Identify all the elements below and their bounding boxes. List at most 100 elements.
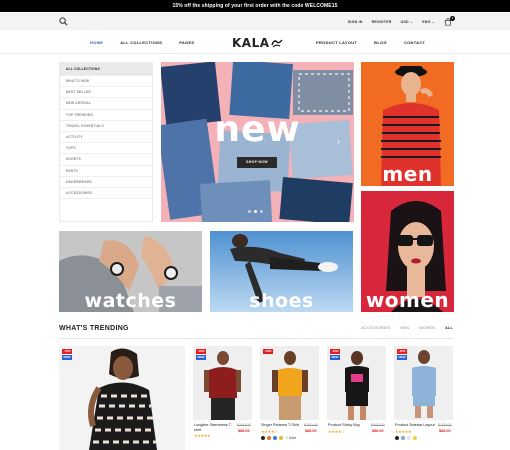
sidebar-item-activity[interactable]: ACTIVITY [60, 132, 152, 144]
new-badge: NEW [330, 355, 340, 360]
color-swatch[interactable] [407, 436, 411, 440]
shoes-tile-label: shoes [249, 290, 314, 312]
sidebar-item-accessories[interactable]: ACCESSORIES [60, 188, 152, 200]
product-rating: ★★★★★ [194, 433, 211, 438]
product-price: $88.00 [372, 429, 384, 433]
trending-title: WHAT'S TRENDING [59, 325, 129, 332]
tab-accessories[interactable]: ACCESSORIES [361, 326, 390, 330]
product-image[interactable] [260, 346, 319, 420]
promo-bar: 15% off the shipping of your first order… [0, 0, 510, 12]
new-badge: NEW [196, 355, 206, 360]
nav-pages[interactable]: PAGES [179, 40, 194, 45]
register-link[interactable]: REGISTER [372, 20, 392, 24]
product-card[interactable]: -15% NEW Longline Sleeveless T-shirt $10… [193, 346, 252, 450]
nav-contact[interactable]: CONTACT [404, 40, 425, 45]
product-name[interactable]: Singer Relaxed T-Shirt [261, 423, 303, 428]
sale-badge: -15% [397, 349, 407, 354]
shoes-category-tile[interactable]: shoes [210, 231, 353, 312]
product-old-price: $100.00 [438, 423, 452, 427]
main-navigation: HOME ALL COLLECTIONS PAGES KALA PRODUCT … [0, 31, 510, 54]
sidebar-item-shorts[interactable]: SHORTS [60, 154, 152, 166]
currency-select[interactable]: USD ⌄ [401, 20, 414, 24]
color-swatch[interactable] [413, 436, 417, 440]
product-name[interactable]: Longline Sleeveless T-shirt [194, 423, 234, 432]
watches-category-tile[interactable]: watches [59, 231, 202, 312]
tab-all[interactable]: ALL [445, 326, 453, 330]
product-card[interactable]: -15% NEW Product Sticky Buy $100.00 ★★★★… [327, 346, 386, 450]
color-swatch[interactable] [267, 436, 271, 440]
product-photo [260, 346, 319, 420]
color-swatch[interactable] [279, 436, 283, 440]
sidebar-item-pants[interactable]: PANTS [60, 166, 152, 177]
new-badge: NEW [62, 355, 72, 360]
color-swatches: + More [261, 436, 296, 440]
sidebar-item-new-arrival[interactable]: NEW ARRIVAL [60, 98, 152, 110]
shop-now-button[interactable]: SHOP NOW [237, 157, 277, 168]
product-price: $88.00 [238, 429, 250, 433]
product-price: $88.00 [439, 429, 451, 433]
women-tile-label: women [365, 288, 450, 312]
sidebar-item-all-collections[interactable]: ALL COLLECTIONS [60, 63, 152, 76]
men-category-tile[interactable]: men [361, 62, 454, 186]
sale-badge: -15% [196, 349, 206, 354]
product-rating: ★★★★☆ [328, 429, 345, 434]
sale-badge: -15% [62, 349, 72, 354]
product-card[interactable]: -15% Singer Relaxed T-Shirt $100.00 ★★★★… [260, 346, 319, 450]
hero-slider[interactable]: new › [161, 62, 354, 222]
product-rating: ★★★★★ [395, 429, 412, 434]
language-select[interactable]: ENG ⌄ [422, 20, 435, 24]
product-name[interactable]: Product Sidebar Layout [395, 423, 437, 428]
men-tile-label: men [382, 162, 433, 186]
color-swatch[interactable] [261, 436, 265, 440]
product-card[interactable]: -15% NEW Product Sidebar Layout $100.00 … [394, 346, 453, 450]
new-badge: NEW [397, 355, 407, 360]
trending-header: WHAT'S TRENDING ACCESSORIES MEN WOMEN AL… [59, 325, 453, 335]
sidebar-item-whats-new[interactable]: WHAT'S NEW [60, 76, 152, 88]
tab-men[interactable]: MEN [401, 326, 410, 330]
sidebar-item-tops[interactable]: TOPS [60, 143, 152, 155]
sidebar-item-travel-essentials[interactable]: TRAVEL ESSENTIALS [60, 121, 152, 132]
slider-dot[interactable] [248, 210, 251, 213]
nav-product-layout[interactable]: PRODUCT LAYOUT [316, 40, 357, 45]
tab-women[interactable]: WOMEN [419, 326, 435, 330]
sale-badge: -15% [330, 349, 340, 354]
product-price: $88.00 [305, 429, 317, 433]
color-swatch[interactable] [273, 436, 277, 440]
nav-all-collections[interactable]: ALL COLLECTIONS [120, 40, 162, 45]
product-card[interactable]: -15% NEW [59, 346, 185, 450]
nav-blog[interactable]: BLOG [374, 40, 387, 45]
product-rating: ★★★★☆ [261, 429, 278, 434]
sidebar-item-best-seller[interactable]: BEST SELLER [60, 87, 152, 99]
nav-home[interactable]: HOME [90, 40, 103, 45]
slider-dot[interactable] [254, 210, 257, 213]
color-swatch[interactable] [401, 436, 405, 440]
women-category-tile[interactable]: women [361, 191, 454, 312]
slider-dot[interactable] [260, 210, 263, 213]
product-name[interactable]: Product Sticky Buy [328, 423, 370, 428]
product-old-price: $100.00 [237, 423, 251, 427]
slider-dots[interactable] [248, 210, 263, 213]
product-photo [59, 346, 185, 450]
watches-tile-label: watches [84, 290, 177, 312]
cart-count-badge: 0 [450, 15, 455, 21]
search-icon[interactable] [59, 17, 68, 26]
sidebar-item-top-trending[interactable]: TOP TRENDING [60, 110, 152, 121]
hero-title: new [214, 109, 301, 150]
color-swatches [395, 436, 417, 440]
logo-text: KALA [232, 35, 270, 50]
signin-link[interactable]: SIGN IN [348, 20, 363, 24]
category-sidebar: ALL COLLECTIONS WHAT'S NEW BEST SELLER N… [59, 62, 153, 222]
product-old-price: $100.00 [304, 423, 318, 427]
sale-badge: -15% [263, 349, 273, 354]
logo-mark-icon [270, 39, 283, 47]
product-image[interactable] [59, 346, 185, 450]
product-old-price: $100.00 [371, 423, 385, 427]
slider-next-icon[interactable]: › [337, 136, 340, 146]
site-logo[interactable]: KALA [232, 35, 283, 50]
utility-bar: SIGN IN REGISTER USD ⌄ ENG ⌄ 0 [0, 13, 510, 30]
trending-divider [59, 338, 453, 339]
cart-icon[interactable]: 0 [444, 15, 455, 26]
sidebar-item-underwears[interactable]: UNDERWEARS [60, 177, 152, 188]
more-colors-link[interactable]: + More [286, 436, 296, 440]
color-swatch[interactable] [395, 436, 399, 440]
